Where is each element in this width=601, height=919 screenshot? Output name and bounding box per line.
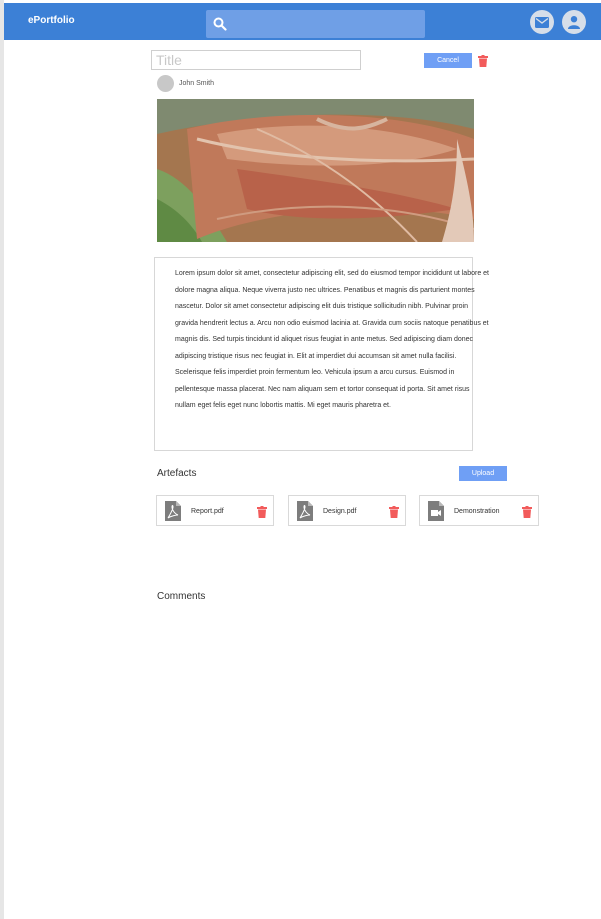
delete-artefact-icon[interactable] [257,506,267,518]
mail-icon[interactable] [530,10,554,34]
pdf-file-icon [297,501,313,521]
author-name[interactable]: John Smith [179,80,214,87]
delete-artefact-icon[interactable] [522,506,532,518]
artefact-name: Design.pdf [323,508,357,515]
artefacts-heading: Artefacts [157,468,197,479]
post-image [157,99,474,242]
video-file-icon [428,501,444,521]
artefact-item[interactable]: Demonstration [419,495,539,526]
title-input[interactable] [151,50,361,70]
post-body-text: Lorem ipsum dolor sit amet, consectetur … [175,270,489,409]
delete-post-icon[interactable] [478,55,488,67]
artefact-item[interactable]: Design.pdf [288,495,406,526]
artefact-item[interactable]: Report.pdf [156,495,274,526]
construction-site-image [157,99,474,242]
author-row: John Smith [157,74,214,92]
artefact-name: Demonstration [454,508,500,515]
avatar[interactable] [157,74,174,92]
post-body-box[interactable]: Lorem ipsum dolor sit amet, consectetur … [154,257,489,451]
cancel-button[interactable]: Cancel [424,53,472,68]
brand-logo[interactable]: ePortfolio [28,15,75,26]
artefact-name: Report.pdf [191,508,224,515]
pdf-file-icon [165,501,181,521]
top-navbar: ePortfolio [4,3,601,40]
search-icon [213,17,227,31]
user-icon[interactable] [562,10,586,34]
page-left-rule [0,0,4,919]
comments-heading: Comments [157,591,206,602]
upload-button[interactable]: Upload [459,466,507,481]
delete-artefact-icon[interactable] [389,506,399,518]
search-bar[interactable] [206,10,425,38]
